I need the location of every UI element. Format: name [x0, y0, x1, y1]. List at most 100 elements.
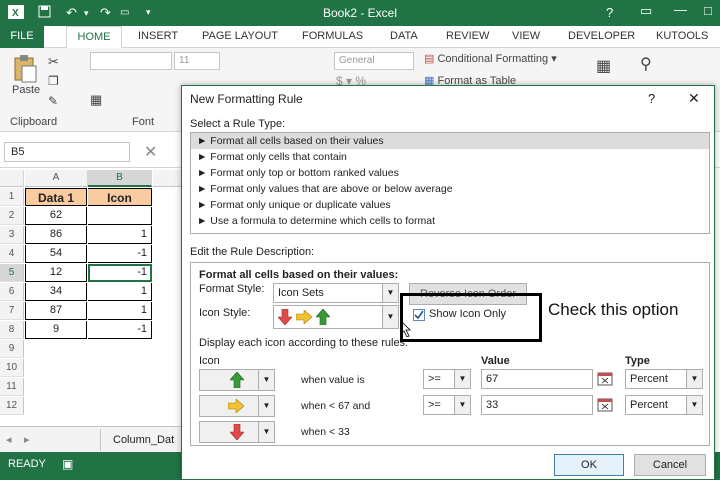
copy-icon[interactable]: ❐ — [48, 74, 59, 88]
rule-description-box: Format all cells based on their values: … — [190, 262, 710, 446]
icon-cell[interactable]: 1 — [88, 302, 152, 320]
chevron-down-icon: ▼ — [382, 284, 398, 302]
scroll-right-icon[interactable]: ▸ — [24, 433, 30, 446]
icon-rule1-select[interactable]: ▼ — [199, 369, 275, 391]
font-name-box[interactable] — [90, 52, 172, 70]
macro-record-icon[interactable]: ▣ — [62, 457, 73, 471]
row-header[interactable]: 6 — [0, 283, 24, 301]
minimize-icon[interactable]: — — [674, 2, 687, 17]
column-header-a[interactable]: A — [25, 170, 88, 187]
tab-kutools[interactable]: KUTOOLS — [656, 30, 708, 42]
cells-icon[interactable]: ▦ — [596, 56, 611, 76]
cancel-button[interactable]: Cancel — [634, 454, 706, 476]
row-header[interactable]: 11 — [0, 378, 24, 396]
rule1-type-select[interactable]: Percent ▼ — [625, 369, 703, 389]
tab-file[interactable]: FILE — [0, 26, 44, 48]
data-cell[interactable]: 87 — [25, 302, 87, 320]
ok-button[interactable]: OK — [554, 454, 624, 476]
data-cell[interactable]: 62 — [25, 207, 87, 225]
rule-type-item[interactable]: ► Format only values that are above or b… — [191, 181, 709, 197]
rule-type-list[interactable]: ► Format all cells based on their values… — [190, 132, 710, 234]
icon-style-label: Icon Style: — [199, 307, 251, 319]
type-column-header: Type — [625, 355, 650, 367]
data-cell[interactable]: 34 — [25, 283, 87, 301]
icon-cell[interactable]: 1 — [88, 283, 152, 301]
row-header[interactable]: 7 — [0, 302, 24, 320]
conditional-formatting-button[interactable]: ▤ Conditional Formatting ▾ — [424, 52, 557, 65]
data-cell[interactable]: 54 — [25, 245, 87, 263]
icon-style-select[interactable]: ▼ — [273, 305, 399, 329]
sheet-tab[interactable]: Column_Dat — [100, 429, 190, 451]
edit-rule-label: Edit the Rule Description: — [190, 246, 315, 258]
icon-rule3-select[interactable]: ▼ — [199, 421, 275, 443]
row-header[interactable]: 10 — [0, 359, 24, 377]
row-header[interactable]: 4 — [0, 245, 24, 263]
select-rule-type-label: Select a Rule Type: — [190, 118, 286, 130]
icon-rule2-select[interactable]: ▼ — [199, 395, 275, 417]
ribbon-display-icon[interactable]: ▭ — [640, 3, 652, 19]
find-select-icon[interactable]: ⚲ — [640, 54, 652, 74]
row-header[interactable]: 5 — [0, 264, 24, 282]
arrow-up-green-icon — [229, 371, 245, 391]
rule2-type-select[interactable]: Percent ▼ — [625, 395, 703, 415]
tab-data[interactable]: DATA — [390, 30, 418, 42]
rule2-value-input[interactable]: 33 — [481, 395, 593, 415]
tab-view[interactable]: VIEW — [512, 30, 540, 42]
format-style-select[interactable]: Icon Sets ▼ — [273, 283, 399, 303]
data-cell[interactable]: 86 — [25, 226, 87, 244]
row-header[interactable]: 1 — [0, 188, 24, 206]
help-icon[interactable]: ? — [606, 5, 613, 20]
rule2-type-value: Percent — [630, 399, 668, 411]
header-cell-data1[interactable]: Data 1 — [25, 188, 87, 206]
tab-developer[interactable]: DEVELOPER — [568, 30, 635, 42]
data-cell[interactable]: 12 — [25, 264, 87, 282]
row-header[interactable]: 2 — [0, 207, 24, 225]
rule1-operator-value: >= — [428, 373, 441, 385]
cut-icon[interactable]: ✂ — [48, 54, 59, 70]
icon-cell[interactable]: -1 — [88, 321, 152, 339]
column-header-b[interactable]: B — [88, 170, 152, 187]
format-painter-icon[interactable]: ✎ — [48, 94, 58, 108]
arrow-down-red-icon — [229, 423, 245, 443]
icon-cell[interactable] — [88, 207, 152, 225]
paste-icon[interactable] — [12, 54, 38, 87]
row-header[interactable]: 8 — [0, 321, 24, 339]
select-all-corner[interactable] — [0, 170, 24, 187]
row-header[interactable]: 12 — [0, 397, 24, 415]
rule1-operator[interactable]: >= ▼ — [423, 369, 471, 389]
dialog-help-icon[interactable]: ? — [648, 91, 655, 106]
rule2-operator[interactable]: >= ▼ — [423, 395, 471, 415]
icon-cell[interactable]: -1 — [88, 245, 152, 263]
row-header[interactable]: 9 — [0, 340, 24, 358]
dialog-close-icon[interactable]: ✕ — [688, 90, 700, 107]
rule1-value-input[interactable]: 67 — [481, 369, 593, 389]
active-cell-b5[interactable]: -1 — [88, 264, 152, 282]
tab-insert[interactable]: INSERT — [138, 30, 178, 42]
tab-formulas[interactable]: FORMULAS — [302, 30, 363, 42]
number-format-box[interactable]: General — [334, 52, 414, 70]
row-header[interactable]: 3 — [0, 226, 24, 244]
name-box[interactable]: B5 — [4, 142, 130, 162]
rule-type-item[interactable]: ► Format only cells that contain — [191, 149, 709, 165]
tab-review[interactable]: REVIEW — [446, 30, 489, 42]
worksheet-grid[interactable]: A B 1 2 3 4 5 6 7 8 9 10 11 12 Data 1 Ic… — [0, 170, 190, 452]
rule-type-item[interactable]: ► Format only unique or duplicate values — [191, 197, 709, 213]
range-picker-icon[interactable] — [597, 371, 613, 390]
rule-type-item[interactable]: ► Format all cells based on their values — [191, 133, 709, 149]
scroll-left-icon[interactable]: ◂ — [6, 433, 12, 446]
restore-icon[interactable]: □ — [704, 3, 712, 18]
tab-home[interactable]: HOME — [66, 26, 122, 49]
rule-type-item[interactable]: ► Format only top or bottom ranked value… — [191, 165, 709, 181]
cancel-icon[interactable]: ✕ — [144, 142, 157, 162]
paste-label[interactable]: Paste — [12, 84, 40, 96]
header-cell-icon[interactable]: Icon — [88, 188, 152, 206]
borders-icon[interactable]: ▦ — [90, 92, 102, 108]
font-size-box[interactable]: 11 — [174, 52, 220, 70]
tab-page-layout[interactable]: PAGE LAYOUT — [202, 30, 278, 42]
range-picker-icon[interactable] — [597, 397, 613, 416]
chevron-down-icon: ▼ — [686, 396, 702, 414]
format-all-heading: Format all cells based on their values: — [199, 269, 399, 281]
data-cell[interactable]: 9 — [25, 321, 87, 339]
icon-cell[interactable]: 1 — [88, 226, 152, 244]
rule-type-item[interactable]: ► Use a formula to determine which cells… — [191, 213, 709, 229]
